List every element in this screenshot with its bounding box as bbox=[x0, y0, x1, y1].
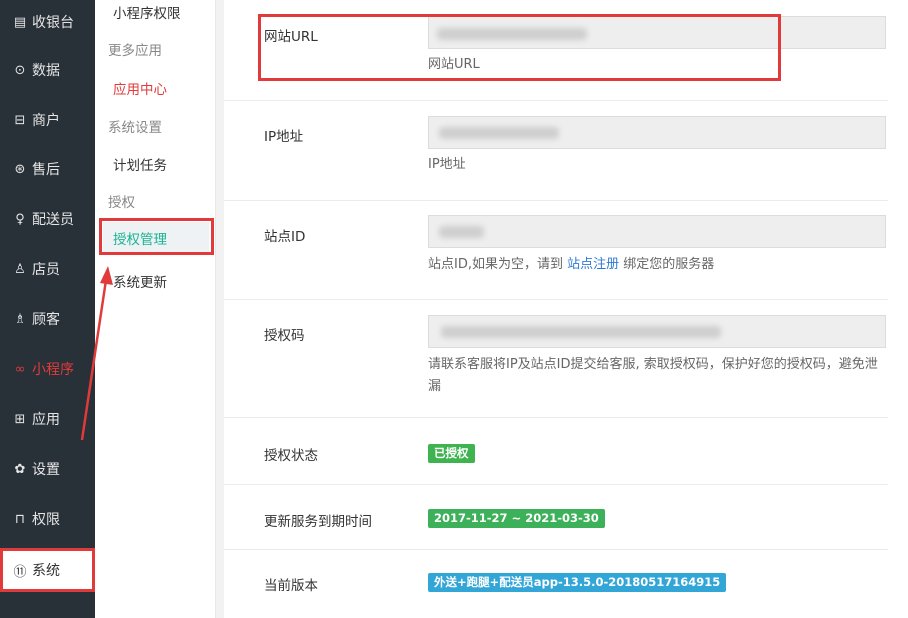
sidebar-item-merchant[interactable]: ⊟ 商户 bbox=[0, 98, 95, 142]
sidebar-item-cashier[interactable]: ▤ 收银台 bbox=[0, 0, 95, 44]
sidebar-item-courier[interactable]: ♀ 配送员 bbox=[0, 197, 95, 241]
auth-code-input[interactable] bbox=[428, 315, 886, 348]
form-row-service-expiry: 更新服务到期时间 2017-11-27 ~ 2021-03-30 bbox=[224, 485, 888, 550]
sidebar-item-clerk[interactable]: ♙ 店员 bbox=[0, 247, 95, 291]
site-url-hint: 网站URL bbox=[428, 57, 480, 72]
current-version-badge: 外送+跑腿+配送员app-13.5.0-20180517164915 bbox=[428, 573, 727, 592]
sidebar-item-apps[interactable]: ⊞ 应用 bbox=[0, 397, 95, 441]
submenu-panel: 小程序权限 更多应用 应用中心 系统设置 计划任务 授权 授权管理 系统更新 bbox=[95, 0, 216, 618]
site-url-label: 网站URL bbox=[264, 29, 318, 45]
sidebar-item-label: 权限 bbox=[32, 512, 60, 528]
courier-icon: ♀ bbox=[15, 211, 25, 227]
ip-hint: IP地址 bbox=[428, 157, 466, 172]
submenu-item-app-center[interactable]: 应用中心 bbox=[95, 70, 216, 106]
auth-code-hint: 请联系客服将IP及站点ID提交给客服, 索取授权码，保护好您的授权码，避免泄漏 bbox=[428, 357, 878, 394]
sidebar-item-miniprogram[interactable]: ∞ 小程序 bbox=[0, 347, 95, 391]
sidebar-item-label: 售后 bbox=[32, 162, 60, 178]
sidebar-item-label: 数据 bbox=[32, 63, 60, 79]
site-register-link[interactable]: 站点注册 bbox=[567, 257, 619, 272]
service-expiry-badge: 2017-11-27 ~ 2021-03-30 bbox=[428, 509, 605, 528]
auth-form: 网站URL 网站URL IP地址 IP地址 站点ID 站点ID,如果为空，请到 … bbox=[224, 0, 908, 618]
form-row-ip: IP地址 IP地址 bbox=[224, 101, 888, 201]
ip-label: IP地址 bbox=[264, 129, 304, 145]
redacted-value bbox=[441, 326, 721, 338]
site-id-hint: 站点ID,如果为空，请到 站点注册 绑定您的服务器 bbox=[428, 254, 888, 276]
sidebar-item-label: 商户 bbox=[32, 113, 60, 129]
sidebar-item-label: 收银台 bbox=[32, 15, 74, 31]
submenu-item-scheduled-tasks[interactable]: 计划任务 bbox=[95, 146, 216, 182]
form-row-auth-code: 授权码 请联系客服将IP及站点ID提交给客服, 索取授权码，保护好您的授权码，避… bbox=[224, 300, 888, 418]
submenu-item-system-update[interactable]: 系统更新 bbox=[95, 263, 216, 299]
sidebar-item-label: 应用 bbox=[32, 412, 60, 428]
sidebar-item-customer[interactable]: ♗ 顾客 bbox=[0, 297, 95, 341]
site-id-label: 站点ID bbox=[264, 229, 306, 245]
sidebar-item-label: 系统 bbox=[32, 563, 60, 579]
redacted-value bbox=[439, 127, 559, 139]
auth-code-label: 授权码 bbox=[264, 328, 305, 344]
sidebar-item-settings[interactable]: ✿ 设置 bbox=[0, 447, 95, 491]
site-url-input[interactable] bbox=[428, 16, 886, 49]
sidebar-item-permissions[interactable]: ⊓ 权限 bbox=[0, 497, 95, 541]
redacted-value bbox=[439, 226, 484, 238]
auth-status-badge: 已授权 bbox=[428, 444, 475, 463]
form-row-auth-status: 授权状态 已授权 bbox=[224, 418, 888, 485]
submenu-item-miniprogram-permissions[interactable]: 小程序权限 bbox=[95, 0, 216, 30]
sidebar-item-label: 设置 bbox=[32, 462, 60, 478]
site-id-input[interactable] bbox=[428, 215, 886, 248]
submenu-group-authorization: 授权 bbox=[108, 195, 135, 211]
apps-icon: ⊞ bbox=[14, 411, 26, 427]
site-id-hint-text-end: 绑定您的服务器 bbox=[619, 257, 715, 272]
customer-icon: ♗ bbox=[14, 311, 26, 327]
submenu-item-auth-management[interactable]: 授权管理 bbox=[103, 222, 209, 254]
sidebar-item-aftersale[interactable]: ⊛ 售后 bbox=[0, 147, 95, 191]
service-expiry-label: 更新服务到期时间 bbox=[264, 514, 372, 530]
redacted-value bbox=[437, 28, 587, 40]
sidebar-item-system[interactable]: ⑪ 系统 bbox=[0, 548, 95, 592]
current-version-label: 当前版本 bbox=[264, 578, 318, 594]
submenu-group-more-apps: 更多应用 bbox=[108, 43, 162, 59]
miniprogram-icon: ∞ bbox=[14, 361, 26, 377]
sidebar-item-label: 店员 bbox=[32, 262, 60, 278]
sidebar-item-label: 顾客 bbox=[32, 312, 60, 328]
lock-icon: ⊓ bbox=[14, 511, 26, 527]
merchant-icon: ⊟ bbox=[14, 112, 26, 128]
system-icon: ⑪ bbox=[13, 564, 27, 580]
data-icon: ⊙ bbox=[14, 62, 26, 78]
clerk-icon: ♙ bbox=[14, 261, 26, 277]
form-row-current-version: 当前版本 外送+跑腿+配送员app-13.5.0-20180517164915 bbox=[224, 550, 888, 618]
gear-icon: ✿ bbox=[14, 461, 26, 477]
site-id-hint-text: 站点ID,如果为空，请到 bbox=[428, 257, 568, 272]
ip-input[interactable] bbox=[428, 116, 886, 149]
aftersale-icon: ⊛ bbox=[14, 161, 26, 177]
form-row-site-url: 网站URL 网站URL bbox=[224, 0, 888, 101]
sidebar-item-data[interactable]: ⊙ 数据 bbox=[0, 48, 95, 92]
submenu-group-system-settings: 系统设置 bbox=[108, 120, 162, 136]
cashier-icon: ▤ bbox=[13, 14, 27, 30]
auth-status-label: 授权状态 bbox=[264, 448, 318, 464]
main-sidebar: ▤ 收银台 ⊙ 数据 ⊟ 商户 ⊛ 售后 ♀ 配送员 ♙ 店员 ♗ 顾客 ∞ 小… bbox=[0, 0, 95, 618]
sidebar-item-label: 配送员 bbox=[32, 212, 74, 228]
form-row-site-id: 站点ID 站点ID,如果为空，请到 站点注册 绑定您的服务器 bbox=[224, 201, 888, 300]
sidebar-item-label: 小程序 bbox=[32, 362, 74, 378]
